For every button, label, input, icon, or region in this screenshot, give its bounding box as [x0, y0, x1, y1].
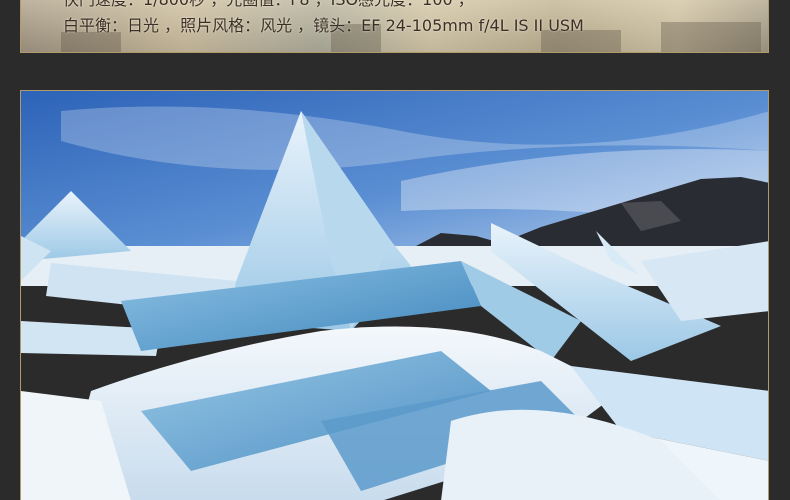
top-photo-strip: 快门速度：1/800秒 ，光圈值：F8 ，ISO感光度：100 ， 白平衡：日光… [20, 0, 769, 53]
photo-exif-caption-line1: 快门速度：1/800秒 ，光圈值：F8 ，ISO感光度：100 ， [63, 0, 768, 10]
main-photo-ice-landscape [20, 90, 769, 500]
photo-exif-caption-line2: 白平衡：日光 ，照片风格：风光 ，镜头：EF 24-105mm f/4L IS … [63, 16, 584, 35]
